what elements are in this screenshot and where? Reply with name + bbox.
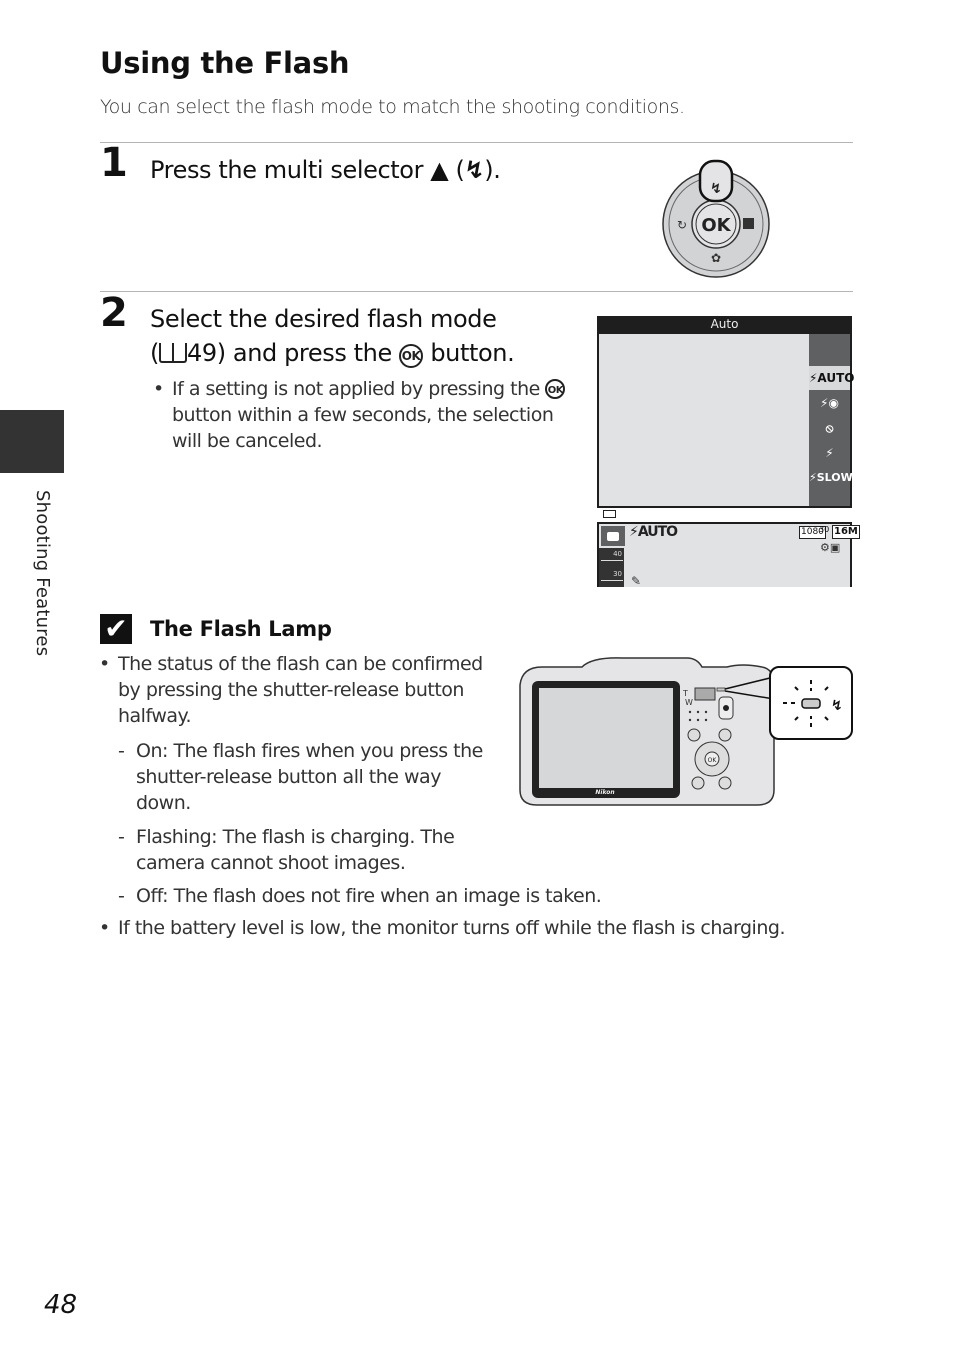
step-1-text: Press the multi selector ▲ (↯).	[150, 153, 501, 187]
svg-text:OK: OK	[708, 757, 718, 764]
step-2-line1: Select the desired flash mode	[150, 305, 497, 333]
section-label: Shooting Features	[32, 490, 53, 657]
vr-icon: ⚙▣	[820, 541, 841, 554]
book-ref-icon	[158, 343, 187, 363]
camera-mode-icon	[601, 526, 625, 546]
note-bullet-2: • If the battery level is low, the monit…	[99, 917, 785, 939]
bullet-dot: •	[99, 653, 110, 675]
bullet-dot: •	[99, 917, 110, 939]
note-subitem-flashing: - Flashing: The flash is charging. The c…	[118, 826, 455, 874]
brand-logo: Nikon	[595, 789, 614, 796]
exposure-comp-icon	[743, 218, 754, 229]
macro-icon: ✿	[711, 251, 721, 265]
divider	[100, 291, 853, 292]
image-size-icon: 16M	[832, 525, 860, 539]
battery-icon	[603, 510, 616, 518]
preview-area	[599, 334, 809, 518]
flash-icon: ↯	[464, 156, 485, 184]
flash-icon: ↯	[831, 698, 843, 714]
page-title: Using the Flash	[100, 46, 350, 80]
note-bullet-1: • The status of the flash can be confirm…	[99, 653, 483, 727]
flash-mode-indicator: ⚡AUTO	[629, 524, 678, 540]
flash-lamp	[716, 687, 726, 692]
intro-text: You can select the flash mode to match t…	[100, 96, 685, 118]
step-number-1: 1	[100, 140, 128, 186]
flash-option-off[interactable]: ⦸	[809, 416, 850, 440]
flash-option-red-eye[interactable]: ⚡◉	[809, 391, 850, 415]
step-number-2: 2	[100, 290, 128, 336]
shooting-screen: ⚡AUTO 1080 30 16M ⚙▣ 40 30 ✎	[597, 522, 860, 588]
ok-button-icon: OK	[399, 344, 424, 368]
delete-button	[718, 776, 732, 790]
self-timer-icon: ↻	[677, 218, 687, 232]
step-1-text-before: Press the multi selector ▲ (	[150, 156, 465, 184]
multi-selector-illustration: OK ↯ ↻ ✿	[662, 159, 770, 278]
divider	[100, 142, 853, 143]
page-number: 48	[44, 1290, 78, 1320]
step-2-text: Select the desired flash mode (49) and p…	[150, 302, 580, 370]
shooting-mode-button	[687, 728, 701, 742]
step-2-bullet: • If a setting is not applied by pressin…	[153, 376, 572, 454]
flash-lamp-blinking	[801, 698, 821, 709]
zoom-scale: 40 30	[599, 548, 624, 587]
step-2-line2: (49) and press the OK button.	[150, 339, 515, 368]
note-subitem-off: - Off: The flash does not fire when an i…	[118, 885, 602, 907]
zoom-control	[694, 687, 716, 701]
flash-option-fill[interactable]: ⚡	[809, 441, 850, 465]
frame-rate-icon: 30	[819, 525, 830, 534]
flash-option-slow-sync[interactable]: ⚡SLOW	[809, 466, 853, 490]
page-ref-link[interactable]: 49	[187, 339, 217, 367]
menu-button	[691, 776, 705, 790]
menu-header: Auto	[710, 317, 739, 331]
camera-back-illustration: Nikon T W OK ↯	[519, 657, 853, 806]
flash-option-auto[interactable]: ⚡AUTO	[809, 366, 854, 390]
camera-monitor	[539, 688, 673, 788]
scale-label: 40	[613, 550, 622, 558]
playback-button	[718, 728, 732, 742]
zoom-label-w: W	[685, 698, 693, 707]
edit-icon: ✎	[631, 574, 642, 588]
bullet-dot: •	[153, 378, 164, 400]
section-tab	[0, 410, 64, 473]
check-icon: ✔	[100, 614, 132, 644]
flash-mode-menu-screen: Auto ⚡AUTO ⚡◉ ⦸ ⚡ ⚡SLOW	[597, 316, 854, 518]
zoom-label-t: T	[682, 689, 688, 698]
ok-button-icon: OK	[545, 379, 566, 399]
flash-icon: ↯	[710, 181, 722, 197]
note-title: The Flash Lamp	[150, 617, 332, 641]
scale-label: 30	[613, 570, 622, 578]
note-subitem-on: - On: The flash fires when you press the…	[118, 740, 483, 814]
step-1-text-after: ).	[484, 156, 501, 184]
flash-mode-list: ⚡AUTO ⚡◉ ⦸ ⚡ ⚡SLOW	[809, 334, 854, 506]
ok-label: OK	[701, 215, 731, 236]
